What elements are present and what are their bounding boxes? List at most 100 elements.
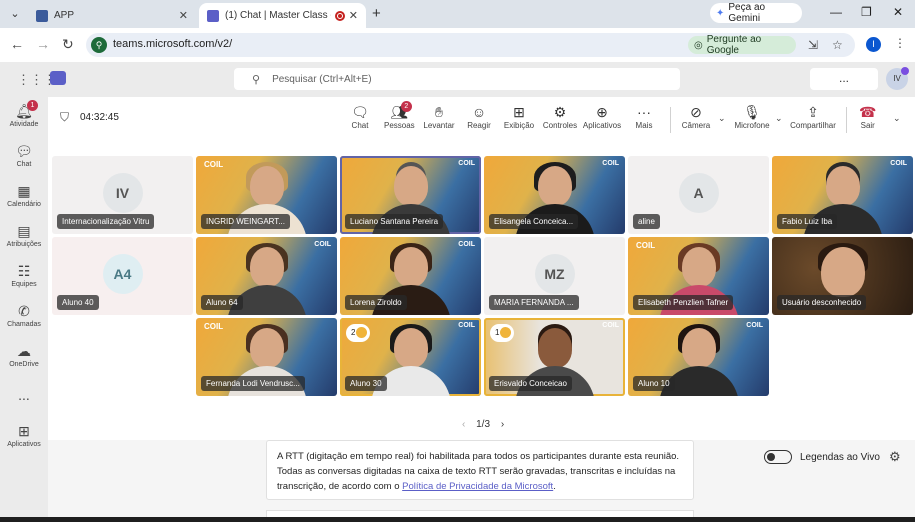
next-page-icon[interactable]: › (501, 419, 504, 430)
tab-app[interactable]: APP ✕ (28, 3, 196, 28)
reload-icon[interactable]: ↻ (62, 36, 74, 53)
user-avatar[interactable]: IV (886, 67, 909, 90)
participant-tile[interactable]: COIL Elisabeth Penzlien Tafner (628, 237, 769, 315)
participant-name: Usuário desconhecido (777, 295, 867, 310)
chat-button[interactable]: 🗨︎ Chat (348, 103, 372, 130)
participant-tile[interactable]: COIL Fernanda Lodi Vendrusc... (196, 318, 337, 396)
close-window-icon[interactable]: ✕ (893, 5, 903, 19)
people-badge: 2 (400, 101, 412, 112)
live-captions-label: Legendas ao Vivo (800, 451, 880, 463)
rail-item-more[interactable]: ... (0, 387, 48, 405)
tab-search-chevron-icon[interactable]: ⌄ (6, 5, 24, 23)
rail-item-onedrive[interactable]: ☁ OneDrive (0, 343, 48, 368)
close-tab-icon[interactable]: ✕ (179, 9, 188, 22)
rail-label: OneDrive (9, 361, 39, 368)
participant-tile[interactable]: COIL INGRID WEINGART... (196, 156, 337, 234)
participant-video (820, 247, 865, 297)
participant-name: Lorena Ziroldo (345, 295, 407, 310)
mic-options-chevron-icon[interactable]: ⌄ (775, 113, 783, 124)
site-info-icon[interactable]: ⚲ (91, 37, 107, 53)
participant-tile[interactable]: COIL Luciano Santana Pereira (340, 156, 481, 234)
participant-tile[interactable]: COIL 1 Erisvaldo Conceicao (484, 318, 625, 396)
new-tab-icon[interactable]: + (372, 5, 381, 22)
participant-tile[interactable]: IV Internacionalização Vitru (52, 156, 193, 234)
participant-tile[interactable]: COIL Aluno 64 (196, 237, 337, 315)
control-label: Aplicativos (582, 121, 622, 130)
rail-item-apps[interactable]: ⊞ Aplicativos (0, 423, 48, 448)
teams-favicon-icon (207, 9, 219, 22)
participant-tile[interactable]: A4 Aluno 40 (52, 237, 193, 315)
react-icon: ☺ (471, 104, 487, 120)
apps-button[interactable]: ⊕ Aplicativos (582, 103, 622, 130)
more-options-button[interactable]: ... (810, 68, 878, 90)
view-button[interactable]: ⊞ Exibição (502, 103, 536, 130)
rail-item-calendar[interactable]: ▦ Calendário (0, 183, 48, 208)
forward-icon[interactable]: → (36, 36, 50, 52)
teams-icon: ☷ (17, 263, 31, 279)
ask-google-button[interactable]: ◎ Pergunte ao Google (688, 34, 796, 56)
control-label: Compartilhar (790, 121, 836, 130)
rail-item-teams[interactable]: ☷ Equipes (0, 263, 48, 288)
rail-item-chat[interactable]: 💬︎ Chat (0, 143, 48, 168)
tab-title: APP (54, 10, 75, 21)
search-input[interactable]: ⚲ Pesquisar (Ctrl+Alt+E) (234, 68, 680, 90)
leave-button[interactable]: ☎ Sair (859, 103, 876, 130)
participant-name: Elisangela Conceica... (489, 214, 579, 229)
leave-options-chevron-icon[interactable]: ⌄ (893, 113, 901, 124)
live-captions-toggle[interactable] (764, 450, 792, 464)
participant-name: Aluno 30 (345, 376, 387, 391)
restore-icon[interactable]: ❐ (861, 5, 872, 19)
camera-button[interactable]: ⊘ Câmera (680, 103, 712, 130)
browser-menu-icon[interactable]: ⋮ (894, 36, 906, 50)
taskbar-edge (0, 517, 915, 522)
teams-header: ⋮⋮⋮ ⚲ Pesquisar (Ctrl+Alt+E) ... IV (0, 62, 915, 97)
url-field[interactable]: ⚲ teams.microsoft.com/v2/ ◎ Pergunte ao … (86, 33, 855, 57)
people-button[interactable]: 👥︎ 2 Pessoas (384, 101, 415, 130)
participant-tile[interactable]: COIL 2 Aluno 30 (340, 318, 481, 396)
participant-tile[interactable]: COIL Aluno 10 (628, 318, 769, 396)
participant-tile[interactable]: COIL Lorena Ziroldo (340, 237, 481, 315)
gemini-icon: ✦ (716, 7, 725, 19)
participant-tile[interactable]: COIL Elisangela Conceica... (484, 156, 625, 234)
controls-button[interactable]: ⚙ Controles (542, 103, 578, 130)
participant-tile[interactable]: COIL Fabio Luiz Iba (772, 156, 913, 234)
participant-name: aline (633, 214, 660, 229)
rtt-input[interactable] (266, 510, 694, 517)
controls-icon: ⚙ (553, 104, 567, 120)
raised-hand-queue-badge: 2 (346, 324, 370, 342)
toolbar-divider (670, 107, 671, 133)
rail-item-activity[interactable]: 🔔︎ 1 Atividade (0, 100, 48, 128)
participant-video (681, 247, 716, 287)
rtt-notice-end: . (553, 481, 556, 492)
privacy-policy-link[interactable]: Política de Privacidade da Microsoft (402, 481, 553, 492)
install-app-icon[interactable]: ⇲ (808, 38, 818, 52)
people-icon: 👥︎ 2 (384, 101, 414, 121)
participant-initials: A (678, 173, 719, 213)
share-button[interactable]: ⇪ Compartilhar (788, 103, 838, 130)
ask-gemini-button[interactable]: ✦ Peça ao Gemini (710, 2, 802, 24)
camera-options-chevron-icon[interactable]: ⌄ (718, 113, 726, 124)
bookmark-star-icon[interactable]: ☆ (832, 38, 843, 52)
react-button[interactable]: ☺ Reagir (466, 103, 492, 130)
back-icon[interactable]: ← (10, 36, 24, 52)
previous-page-icon[interactable]: ‹ (462, 419, 465, 430)
participant-tile[interactable]: A aline (628, 156, 769, 234)
rail-item-calls[interactable]: ✆ Chamadas (0, 303, 48, 328)
captions-settings-gear-icon[interactable]: ⚙ (889, 449, 901, 465)
browser-profile-avatar[interactable]: I (866, 37, 881, 52)
microphone-button[interactable]: 🎙︎ Microfone (732, 103, 772, 130)
participant-tile[interactable]: MZ MARIA FERNANDA ... (484, 237, 625, 315)
participant-initials: MZ (534, 254, 575, 294)
participant-video (537, 328, 572, 368)
participant-tile[interactable]: Usuário desconhecido (772, 237, 913, 315)
more-button[interactable]: ··· Mais (632, 103, 656, 130)
tab-teams[interactable]: (1) Chat | Master Class - CO ✕ (199, 3, 366, 28)
rail-item-assignments[interactable]: ▤ Atribuições (0, 223, 48, 248)
phone-icon: ✆ (18, 303, 30, 319)
coil-logo: COIL (890, 160, 907, 167)
share-icon: ⇪ (807, 104, 819, 120)
minimize-icon[interactable]: — (830, 5, 842, 19)
close-tab-icon[interactable]: ✕ (349, 9, 358, 22)
raise-hand-button[interactable]: ✋︎ Levantar (422, 103, 456, 130)
search-placeholder: Pesquisar (Ctrl+Alt+E) (272, 73, 372, 85)
